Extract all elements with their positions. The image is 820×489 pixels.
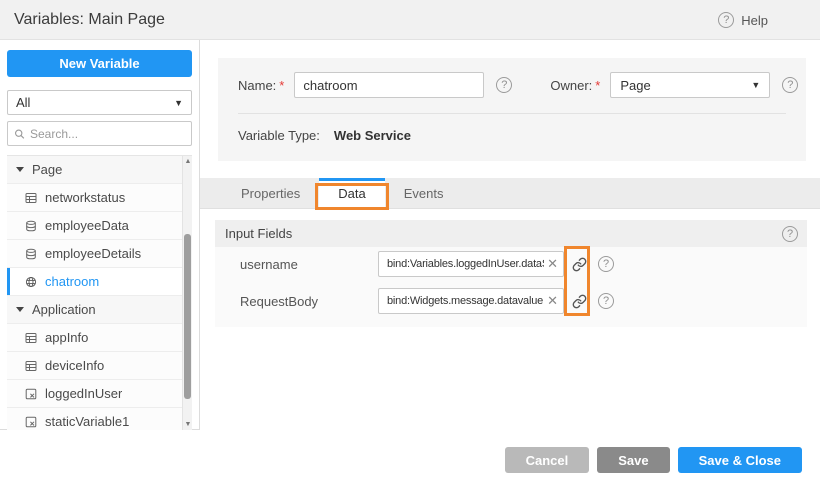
device-variable-icon bbox=[25, 332, 37, 344]
tree-item-loggedinuser[interactable]: loggedInUser bbox=[7, 380, 192, 408]
help-label: Help bbox=[741, 13, 768, 28]
bind-value: bind:Variables.loggedInUser.dataSet.na bbox=[387, 258, 544, 270]
live-variable-icon bbox=[25, 248, 37, 260]
device-variable-icon bbox=[25, 192, 37, 204]
scroll-up-icon[interactable]: ▲ bbox=[183, 156, 192, 168]
clear-bind-icon[interactable]: ✕ bbox=[547, 293, 558, 309]
static-variable-icon bbox=[25, 388, 37, 400]
chevron-down-icon: ▼ bbox=[174, 98, 183, 108]
tree-item-appinfo[interactable]: appInfo bbox=[7, 324, 192, 352]
link-icon bbox=[572, 257, 587, 272]
filter-select[interactable]: All ▼ bbox=[7, 90, 192, 115]
bind-link-button[interactable] bbox=[568, 294, 590, 309]
scroll-down-icon[interactable]: ▼ bbox=[183, 419, 192, 430]
save-button[interactable]: Save bbox=[597, 447, 669, 473]
field-label: username bbox=[240, 257, 378, 272]
owner-label: Owner: bbox=[550, 78, 592, 93]
save-and-close-button[interactable]: Save & Close bbox=[678, 447, 802, 473]
tree-item-deviceinfo[interactable]: deviceInfo bbox=[7, 352, 192, 380]
input-fields-body: username bind:Variables.loggedInUser.dat… bbox=[215, 247, 807, 327]
page-title: Variables: Main Page bbox=[14, 0, 165, 40]
variable-detail-pane: Name:* ? Owner:* Page ▼ ? Variable Type:… bbox=[200, 40, 820, 489]
field-label: RequestBody bbox=[240, 294, 378, 309]
scrollbar-thumb[interactable] bbox=[184, 234, 191, 399]
tab-bar: Properties Data Events bbox=[200, 178, 820, 209]
input-fields-title: Input Fields bbox=[225, 226, 782, 241]
web-service-variable-icon bbox=[25, 276, 37, 288]
tree-item-employeedetails[interactable]: employeeDetails bbox=[7, 240, 192, 268]
username-help-icon[interactable]: ? bbox=[598, 256, 614, 272]
tree-group-page[interactable]: Page bbox=[7, 156, 192, 184]
name-help-icon[interactable]: ? bbox=[496, 77, 512, 93]
tree-group-application[interactable]: Application bbox=[7, 296, 192, 324]
search-box[interactable] bbox=[7, 121, 192, 146]
collapse-caret-icon bbox=[16, 167, 24, 172]
variable-type-label: Variable Type: bbox=[238, 128, 320, 143]
collapse-caret-icon bbox=[16, 307, 24, 312]
variable-summary-panel: Name:* ? Owner:* Page ▼ ? Variable Type:… bbox=[218, 58, 806, 161]
help-circle-icon: ? bbox=[718, 12, 734, 28]
tree-item-networkstatus[interactable]: networkstatus bbox=[7, 184, 192, 212]
tree-item-employeedata[interactable]: employeeData bbox=[7, 212, 192, 240]
dialog-footer: Cancel Save Save & Close bbox=[505, 447, 802, 473]
username-bind-input[interactable]: bind:Variables.loggedInUser.dataSet.na ✕ bbox=[378, 251, 564, 277]
requestbody-help-icon[interactable]: ? bbox=[598, 293, 614, 309]
search-input[interactable] bbox=[30, 127, 185, 141]
tree-scrollbar[interactable]: ▲ ▼ bbox=[182, 156, 192, 430]
cancel-button[interactable]: Cancel bbox=[505, 447, 590, 473]
input-fields-header: Input Fields ? bbox=[215, 220, 807, 247]
chevron-down-icon: ▼ bbox=[751, 80, 760, 90]
required-marker: * bbox=[595, 78, 600, 93]
requestbody-bind-input[interactable]: bind:Widgets.message.datavalue ✕ bbox=[378, 288, 564, 314]
input-fields-section: Input Fields ? username bind:Variables.l… bbox=[215, 220, 807, 327]
input-field-row-username: username bind:Variables.loggedInUser.dat… bbox=[215, 247, 807, 277]
bind-value: bind:Widgets.message.datavalue bbox=[387, 295, 544, 307]
new-variable-button[interactable]: New Variable bbox=[7, 50, 192, 77]
live-variable-icon bbox=[25, 220, 37, 232]
input-fields-help-icon[interactable]: ? bbox=[782, 226, 798, 242]
tab-data[interactable]: Data bbox=[319, 178, 384, 208]
clear-bind-icon[interactable]: ✕ bbox=[547, 256, 558, 272]
owner-select-value: Page bbox=[620, 78, 751, 93]
device-variable-icon bbox=[25, 360, 37, 372]
variable-tree: Page networkstatus employeeData bbox=[7, 155, 192, 430]
owner-help-icon[interactable]: ? bbox=[782, 77, 798, 93]
tree-item-chatroom[interactable]: chatroom bbox=[7, 268, 192, 296]
name-label: Name: bbox=[238, 78, 276, 93]
tree-item-staticvariable1[interactable]: staticVariable1 bbox=[7, 408, 192, 430]
link-icon bbox=[572, 294, 587, 309]
required-marker: * bbox=[279, 78, 284, 93]
dialog-header: Variables: Main Page ? Help bbox=[0, 0, 820, 40]
input-field-row-requestbody: RequestBody bind:Widgets.message.dataval… bbox=[215, 288, 807, 314]
name-input[interactable] bbox=[294, 72, 484, 98]
search-icon bbox=[14, 127, 25, 141]
tab-properties[interactable]: Properties bbox=[222, 178, 319, 208]
owner-select[interactable]: Page ▼ bbox=[610, 72, 770, 98]
variables-sidebar: New Variable All ▼ Page bbox=[0, 40, 200, 430]
tab-events[interactable]: Events bbox=[385, 178, 463, 208]
variable-type-value: Web Service bbox=[334, 128, 411, 143]
bind-link-button[interactable] bbox=[568, 257, 590, 272]
help-link[interactable]: ? Help bbox=[718, 0, 768, 40]
variables-dialog: Variables: Main Page ? Help New Variable… bbox=[0, 0, 820, 489]
filter-select-value: All bbox=[16, 95, 174, 110]
static-variable-icon bbox=[25, 416, 37, 428]
